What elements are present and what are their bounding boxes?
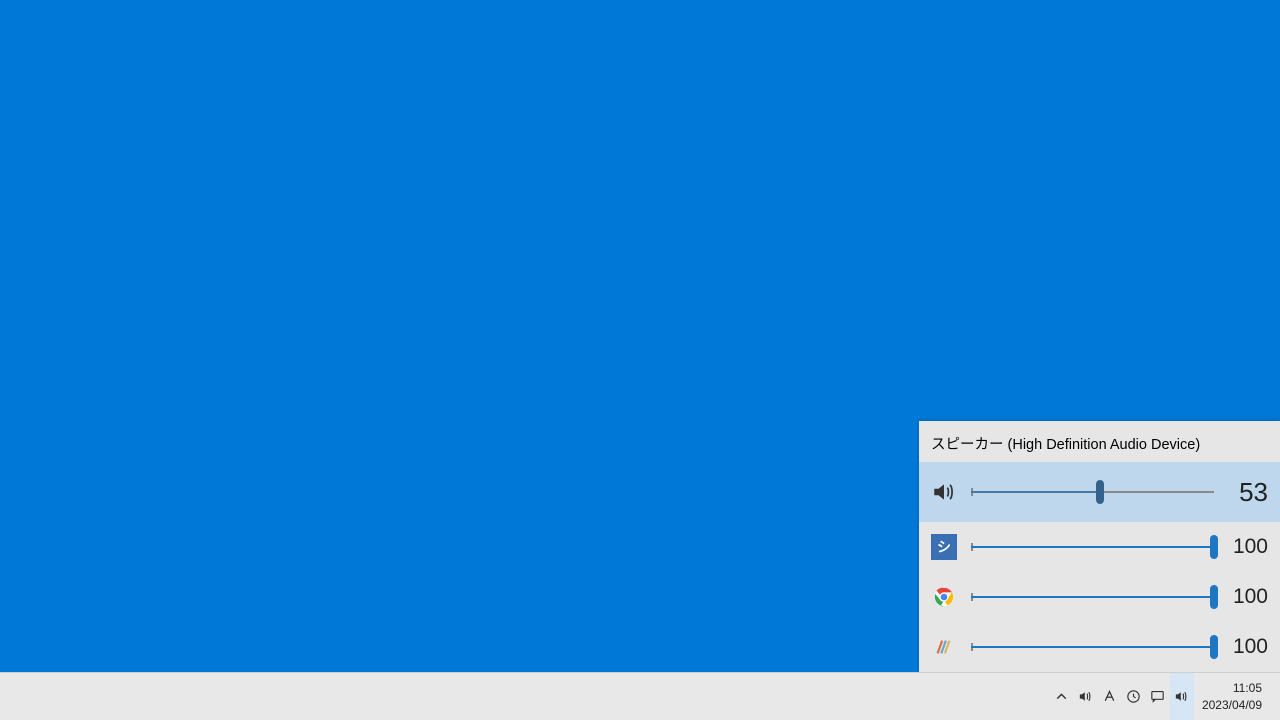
tray-action-center-icon[interactable] (1146, 673, 1170, 720)
app-volume-value: 100 (1228, 585, 1268, 609)
tray-speaker-icon[interactable] (1170, 673, 1194, 720)
system-tray: 11:05 2023/04/09 (1050, 673, 1280, 720)
volume-mixer-device-name[interactable]: スピーカー (High Definition Audio Device) (919, 421, 1280, 462)
taskbar-clock[interactable]: 11:05 2023/04/09 (1194, 673, 1270, 720)
master-volume-value: 53 (1228, 477, 1268, 508)
app-volume-slider[interactable] (971, 587, 1214, 607)
app-volume-value: 100 (1228, 635, 1268, 659)
taskbar-date: 2023/04/09 (1202, 697, 1262, 713)
taskbar: 11:05 2023/04/09 (0, 672, 1280, 720)
app-volume-row: シ 100 (919, 522, 1280, 572)
master-volume-slider[interactable] (971, 482, 1214, 502)
app-volume-row: 100 (919, 622, 1280, 672)
app-volume-slider[interactable] (971, 637, 1214, 657)
system-sounds-icon[interactable]: シ (931, 534, 957, 560)
speaker-icon[interactable] (931, 479, 957, 505)
volume-mixer-flyout: スピーカー (High Definition Audio Device) 53 … (919, 421, 1280, 672)
tray-ime-icon[interactable] (1098, 673, 1122, 720)
chrome-icon[interactable] (931, 584, 957, 610)
tray-volume-icon[interactable] (1074, 673, 1098, 720)
stripes-app-icon[interactable] (931, 634, 957, 660)
desktop[interactable]: スピーカー (High Definition Audio Device) 53 … (0, 0, 1280, 720)
app-volume-value: 100 (1228, 535, 1268, 559)
app-volume-slider[interactable] (971, 537, 1214, 557)
taskbar-time: 11:05 (1233, 680, 1262, 696)
app-volume-row: 100 (919, 572, 1280, 622)
master-volume-row: 53 (919, 462, 1280, 522)
tray-chevron-up-icon[interactable] (1050, 673, 1074, 720)
tray-clock-icon[interactable] (1122, 673, 1146, 720)
